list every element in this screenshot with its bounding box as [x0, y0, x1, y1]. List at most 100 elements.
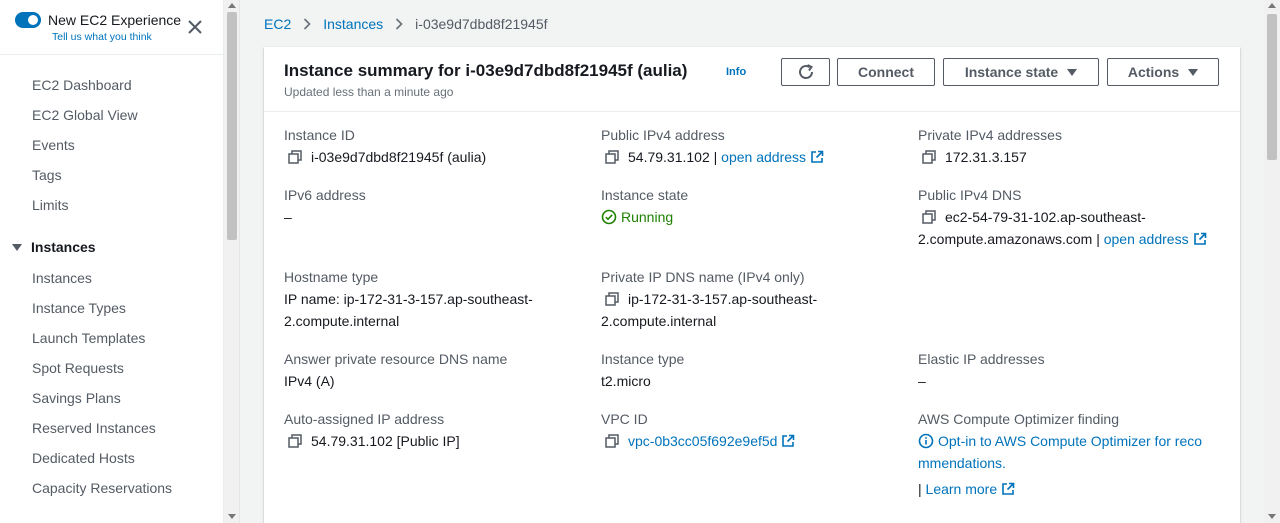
ipv6-label: IPv6 address	[284, 187, 366, 203]
learn-more-row: | Learn more	[918, 478, 1015, 500]
vpc-id-link[interactable]: vpc-0b3cc05f692e9ef5d	[628, 433, 777, 449]
caret-down-icon	[1188, 68, 1199, 76]
actions-label: Actions	[1127, 64, 1180, 80]
updated-text: Updated less than a minute ago	[284, 85, 454, 99]
public-ipv4-text: 54.79.31.102 |	[628, 149, 718, 165]
instance-state-value: Running	[601, 206, 673, 228]
copy-icon[interactable]	[605, 150, 619, 164]
panel-header: Instance summary for i-03e9d7dbd8f21945f…	[264, 47, 1240, 112]
hostname-type-value-line1: IP name: ip-172-31-3-157.ap-southeast-	[284, 291, 533, 307]
nav-reserved-instances[interactable]: Reserved Instances	[32, 420, 156, 436]
scroll-up-icon[interactable]	[1268, 3, 1276, 8]
nav-limits[interactable]: Limits	[32, 197, 69, 213]
copy-icon[interactable]	[922, 150, 936, 164]
feedback-link[interactable]: Tell us what you think	[52, 31, 152, 43]
info-link[interactable]: Info	[726, 66, 746, 78]
nav-dedicated-hosts[interactable]: Dedicated Hosts	[32, 450, 135, 466]
ipv6-value: –	[284, 209, 292, 225]
refresh-button[interactable]	[781, 58, 830, 86]
answer-dns-label: Answer private resource DNS name	[284, 351, 508, 367]
nav-capacity-reservations[interactable]: Capacity Reservations	[32, 480, 172, 496]
private-dns-value-line2: 2.compute.internal	[601, 313, 717, 329]
copy-icon[interactable]	[605, 292, 619, 306]
close-icon[interactable]	[186, 18, 204, 36]
nav-ec2-dashboard[interactable]: EC2 Dashboard	[32, 77, 132, 93]
vpc-id-label: VPC ID	[601, 411, 648, 427]
main-scroll-thumb[interactable]	[1267, 14, 1277, 160]
private-ipv4-value: 172.31.3.157	[922, 146, 1027, 168]
breadcrumb-ec2[interactable]: EC2	[264, 16, 291, 32]
vpc-id-value: vpc-0b3cc05f692e9ef5d	[605, 430, 795, 452]
info-circle-icon	[918, 433, 934, 449]
hostname-type-value-line2: 2.compute.internal	[284, 313, 400, 329]
instance-type-label: Instance type	[601, 351, 685, 367]
external-link-icon[interactable]	[1001, 482, 1015, 496]
open-address-link[interactable]: open address	[721, 149, 806, 165]
refresh-icon	[798, 64, 813, 79]
public-dns-value-line2: 2.compute.amazonaws.com | open address	[918, 228, 1207, 250]
nav-tags[interactable]: Tags	[32, 167, 62, 183]
nav-spot-requests[interactable]: Spot Requests	[32, 360, 124, 376]
auto-ip-label: Auto-assigned IP address	[284, 411, 445, 427]
public-dns-text-2: 2.compute.amazonaws.com |	[918, 231, 1100, 247]
breadcrumb-instances[interactable]: Instances	[323, 16, 383, 32]
external-link-icon[interactable]	[810, 150, 824, 164]
nav-launch-templates[interactable]: Launch Templates	[32, 330, 145, 346]
nav-section-instances[interactable]: Instances	[12, 239, 96, 255]
new-experience-toggle[interactable]	[15, 12, 41, 28]
optimizer-label: AWS Compute Optimizer finding	[918, 411, 1119, 427]
answer-dns-value: IPv4 (A)	[284, 373, 335, 389]
auto-ip-value: 54.79.31.102 [Public IP]	[288, 430, 460, 452]
sidebar-scroll-thumb[interactable]	[227, 12, 237, 240]
private-dns-label: Private IP DNS name (IPv4 only)	[601, 269, 805, 285]
private-ipv4-label: Private IPv4 addresses	[918, 127, 1062, 143]
nav-savings-plans[interactable]: Savings Plans	[32, 390, 121, 406]
learn-more-link[interactable]: Learn more	[926, 481, 998, 497]
copy-icon[interactable]	[605, 434, 619, 448]
caret-down-icon	[1067, 68, 1078, 76]
sidebar-scrollbar[interactable]	[224, 0, 240, 523]
chevron-right-icon	[396, 18, 403, 30]
main-scrollbar[interactable]	[1264, 0, 1280, 523]
public-dns-text: ec2-54-79-31-102.ap-southeast-	[945, 209, 1146, 225]
hostname-type-label: Hostname type	[284, 269, 379, 285]
optimizer-text: Opt-in to AWS Compute Optimizer for reco	[938, 433, 1203, 449]
copy-icon[interactable]	[288, 434, 302, 448]
external-link-icon[interactable]	[781, 434, 795, 448]
scroll-up-icon[interactable]	[228, 3, 236, 8]
elastic-ip-label: Elastic IP addresses	[918, 351, 1045, 367]
scroll-down-icon[interactable]	[228, 514, 236, 519]
public-ipv4-value: 54.79.31.102 | open address	[605, 146, 824, 168]
chevron-right-icon	[304, 18, 311, 30]
external-link-icon[interactable]	[1193, 232, 1207, 246]
instance-state-label: Instance state	[964, 64, 1059, 80]
open-address-link[interactable]: open address	[1104, 231, 1189, 247]
private-dns-value-line1: ip-172-31-3-157.ap-southeast-	[605, 288, 817, 310]
copy-icon[interactable]	[288, 150, 302, 164]
nav-instances[interactable]: Instances	[32, 270, 92, 286]
public-dns-label: Public IPv4 DNS	[918, 187, 1022, 203]
optimizer-link-line1[interactable]: Opt-in to AWS Compute Optimizer for reco	[918, 430, 1202, 452]
page-title: Instance summary for i-03e9d7dbd8f21945f…	[284, 61, 688, 80]
sidebar-header: New EC2 Experience Tell us what you thin…	[0, 0, 224, 55]
instance-state-button[interactable]: Instance state	[943, 58, 1099, 86]
breadcrumb: EC2 Instances i-03e9d7dbd8f21945f	[264, 16, 548, 32]
auto-ip-text: 54.79.31.102 [Public IP]	[311, 433, 460, 449]
private-ipv4-text: 172.31.3.157	[945, 149, 1027, 165]
instance-type-value: t2.micro	[601, 373, 651, 389]
caret-down-icon	[12, 243, 22, 251]
connect-button[interactable]: Connect	[837, 58, 935, 86]
nav-events[interactable]: Events	[32, 137, 75, 153]
status-badge: Running	[621, 209, 674, 225]
instance-summary-panel: Instance summary for i-03e9d7dbd8f21945f…	[264, 47, 1240, 523]
breadcrumb-current: i-03e9d7dbd8f21945f	[415, 16, 548, 32]
scroll-down-icon[interactable]	[1268, 514, 1276, 519]
optimizer-link-line2[interactable]: mmendations.	[918, 452, 1006, 474]
sidebar: New EC2 Experience Tell us what you thin…	[0, 0, 224, 523]
actions-button[interactable]: Actions	[1107, 58, 1219, 86]
instance-state-field-label: Instance state	[601, 187, 689, 203]
elastic-ip-value: –	[918, 373, 926, 389]
copy-icon[interactable]	[922, 210, 936, 224]
nav-instance-types[interactable]: Instance Types	[32, 300, 126, 316]
nav-ec2-global-view[interactable]: EC2 Global View	[32, 107, 138, 123]
